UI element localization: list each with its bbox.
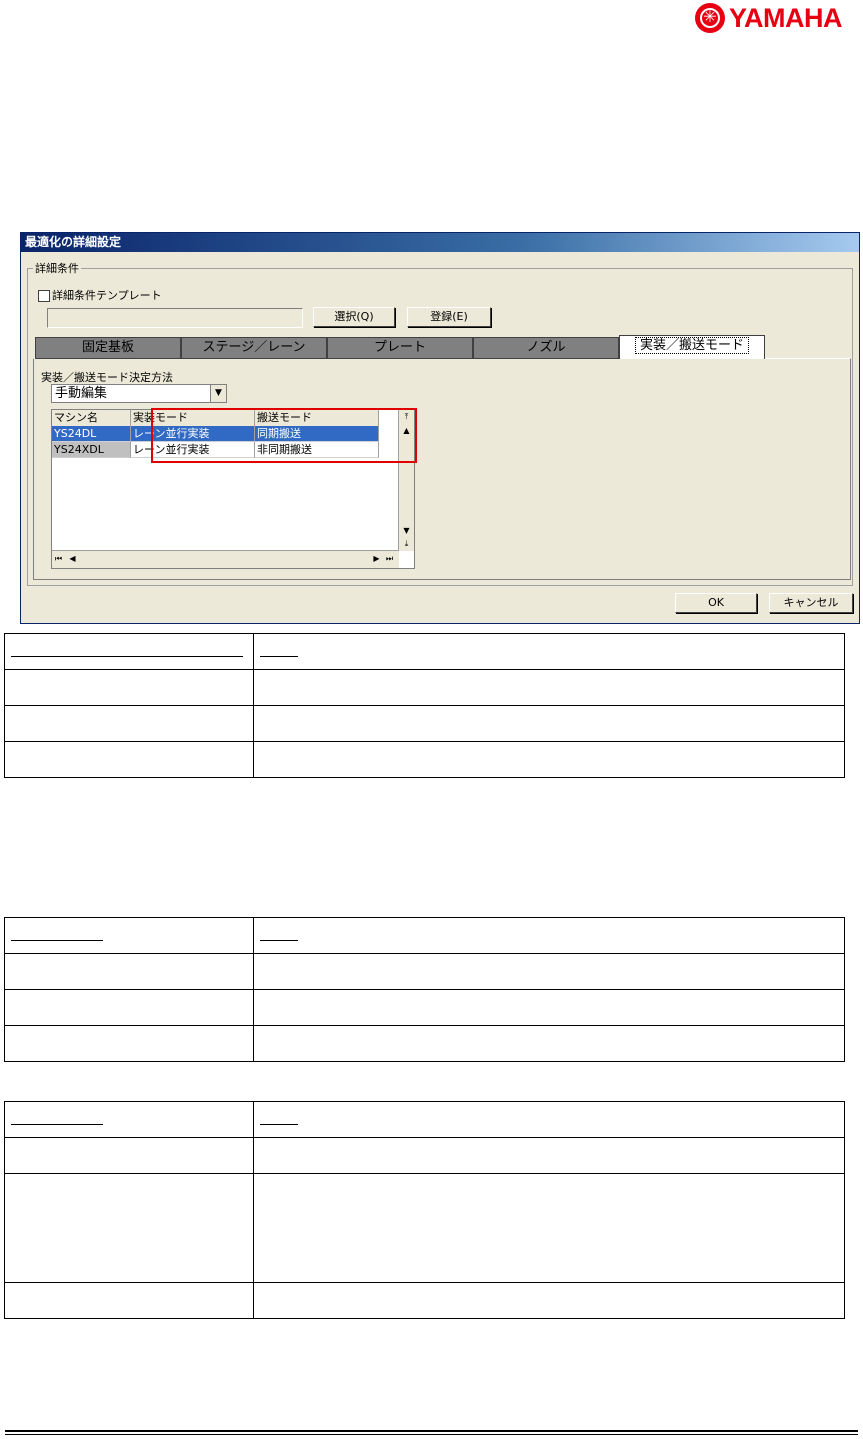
template-checkbox-label: 詳細条件テンプレート	[52, 289, 162, 302]
row2-machine[interactable]: YS24XDL	[52, 442, 131, 458]
doc-table-3	[4, 1101, 845, 1319]
table-row	[4, 989, 845, 1026]
table-row	[4, 1282, 845, 1319]
table-row	[4, 1137, 845, 1174]
method-value: 手動編集	[55, 386, 108, 401]
table-cell	[253, 1137, 845, 1174]
ok-button[interactable]: OK	[675, 593, 757, 613]
template-input[interactable]	[47, 308, 303, 328]
row1-machine[interactable]: YS24DL	[52, 426, 131, 442]
template-checkbox[interactable]	[38, 290, 50, 302]
optimization-settings-dialog: 最適化の詳細設定 詳細条件 詳細条件テンプレート 選択(Q) 登録(E) 固定基…	[20, 232, 860, 624]
table-row	[4, 953, 845, 990]
header-cell	[4, 1101, 254, 1138]
scroll-down-icon[interactable]: ▼	[400, 524, 413, 537]
tab-fixed-board[interactable]: 固定基板	[35, 337, 181, 359]
header-cell	[4, 917, 254, 954]
doc-table-1	[4, 633, 845, 778]
table-cell	[4, 705, 254, 742]
table-header-row	[4, 633, 845, 670]
chevron-down-icon[interactable]: ▼	[210, 385, 226, 402]
table-cell	[4, 1282, 254, 1319]
table-row	[4, 1173, 845, 1283]
scroll-left-icon[interactable]: ◀	[66, 552, 79, 565]
tuning-fork-logo-icon	[695, 3, 725, 33]
table-cell	[253, 705, 845, 742]
table-cell	[4, 953, 254, 990]
table-row	[4, 669, 845, 706]
table-cell	[253, 989, 845, 1026]
scroll-last-icon[interactable]: ⏭	[383, 552, 396, 565]
header-cell	[253, 1101, 845, 1138]
table-cell	[253, 1173, 845, 1283]
table-cell	[4, 669, 254, 706]
table-cell	[4, 989, 254, 1026]
header-cell	[253, 917, 845, 954]
logo-text: YAMAHA	[729, 2, 843, 33]
table-cell	[4, 1025, 254, 1062]
header-underline	[11, 928, 103, 941]
highlight-box	[151, 408, 417, 463]
tab-stage-lane[interactable]: ステージ／レーン	[181, 337, 327, 359]
select-button[interactable]: 選択(Q)	[313, 307, 395, 327]
tab-mount-transfer-mode-label: 実装／搬送モード	[634, 337, 749, 354]
header-cell	[4, 633, 254, 670]
footer-rule	[5, 1430, 858, 1432]
scroll-first-icon[interactable]: ⏮	[52, 552, 65, 565]
scroll-bottom-icon[interactable]: ⤓	[400, 537, 413, 550]
table-cell	[4, 1173, 254, 1283]
register-button[interactable]: 登録(E)	[407, 307, 491, 327]
table-cell	[253, 669, 845, 706]
table-row	[4, 1025, 845, 1062]
horizontal-scrollbar[interactable]: ⏮ ◀ ▶ ⏭	[52, 550, 399, 568]
doc-table-2	[4, 917, 845, 1062]
table-cell	[253, 1282, 845, 1319]
column-header-machine: マシン名	[52, 410, 131, 426]
table-row	[4, 741, 845, 778]
header-underline	[260, 644, 298, 657]
tab-nozzle[interactable]: ノズル	[473, 337, 619, 359]
table-cell	[4, 1137, 254, 1174]
tab-strip: 固定基板 ステージ／レーン プレート ノズル 実装／搬送モード	[35, 335, 765, 359]
header-underline	[260, 1112, 298, 1125]
table-header-row	[4, 917, 845, 954]
table-header-row	[4, 1101, 845, 1138]
group-label: 詳細条件	[33, 260, 81, 276]
table-cell	[253, 741, 845, 778]
header-underline	[11, 1112, 103, 1125]
tab-plate[interactable]: プレート	[327, 337, 473, 359]
table-row	[4, 705, 845, 742]
header-cell	[253, 633, 845, 670]
dialog-title: 最適化の詳細設定	[21, 233, 859, 252]
method-dropdown[interactable]: 手動編集 ▼	[51, 384, 227, 403]
footer-rule-thin	[5, 1434, 858, 1435]
cancel-button[interactable]: キャンセル	[769, 593, 853, 613]
table-cell	[4, 741, 254, 778]
header-underline	[11, 644, 243, 657]
scroll-right-icon[interactable]: ▶	[370, 552, 383, 565]
table-cell	[253, 1025, 845, 1062]
method-label: 実装／搬送モード決定方法	[41, 371, 173, 384]
yamaha-logo: YAMAHA	[695, 0, 843, 36]
header-underline	[260, 928, 298, 941]
table-cell	[253, 953, 845, 990]
tab-mount-transfer-mode[interactable]: 実装／搬送モード	[619, 335, 765, 359]
